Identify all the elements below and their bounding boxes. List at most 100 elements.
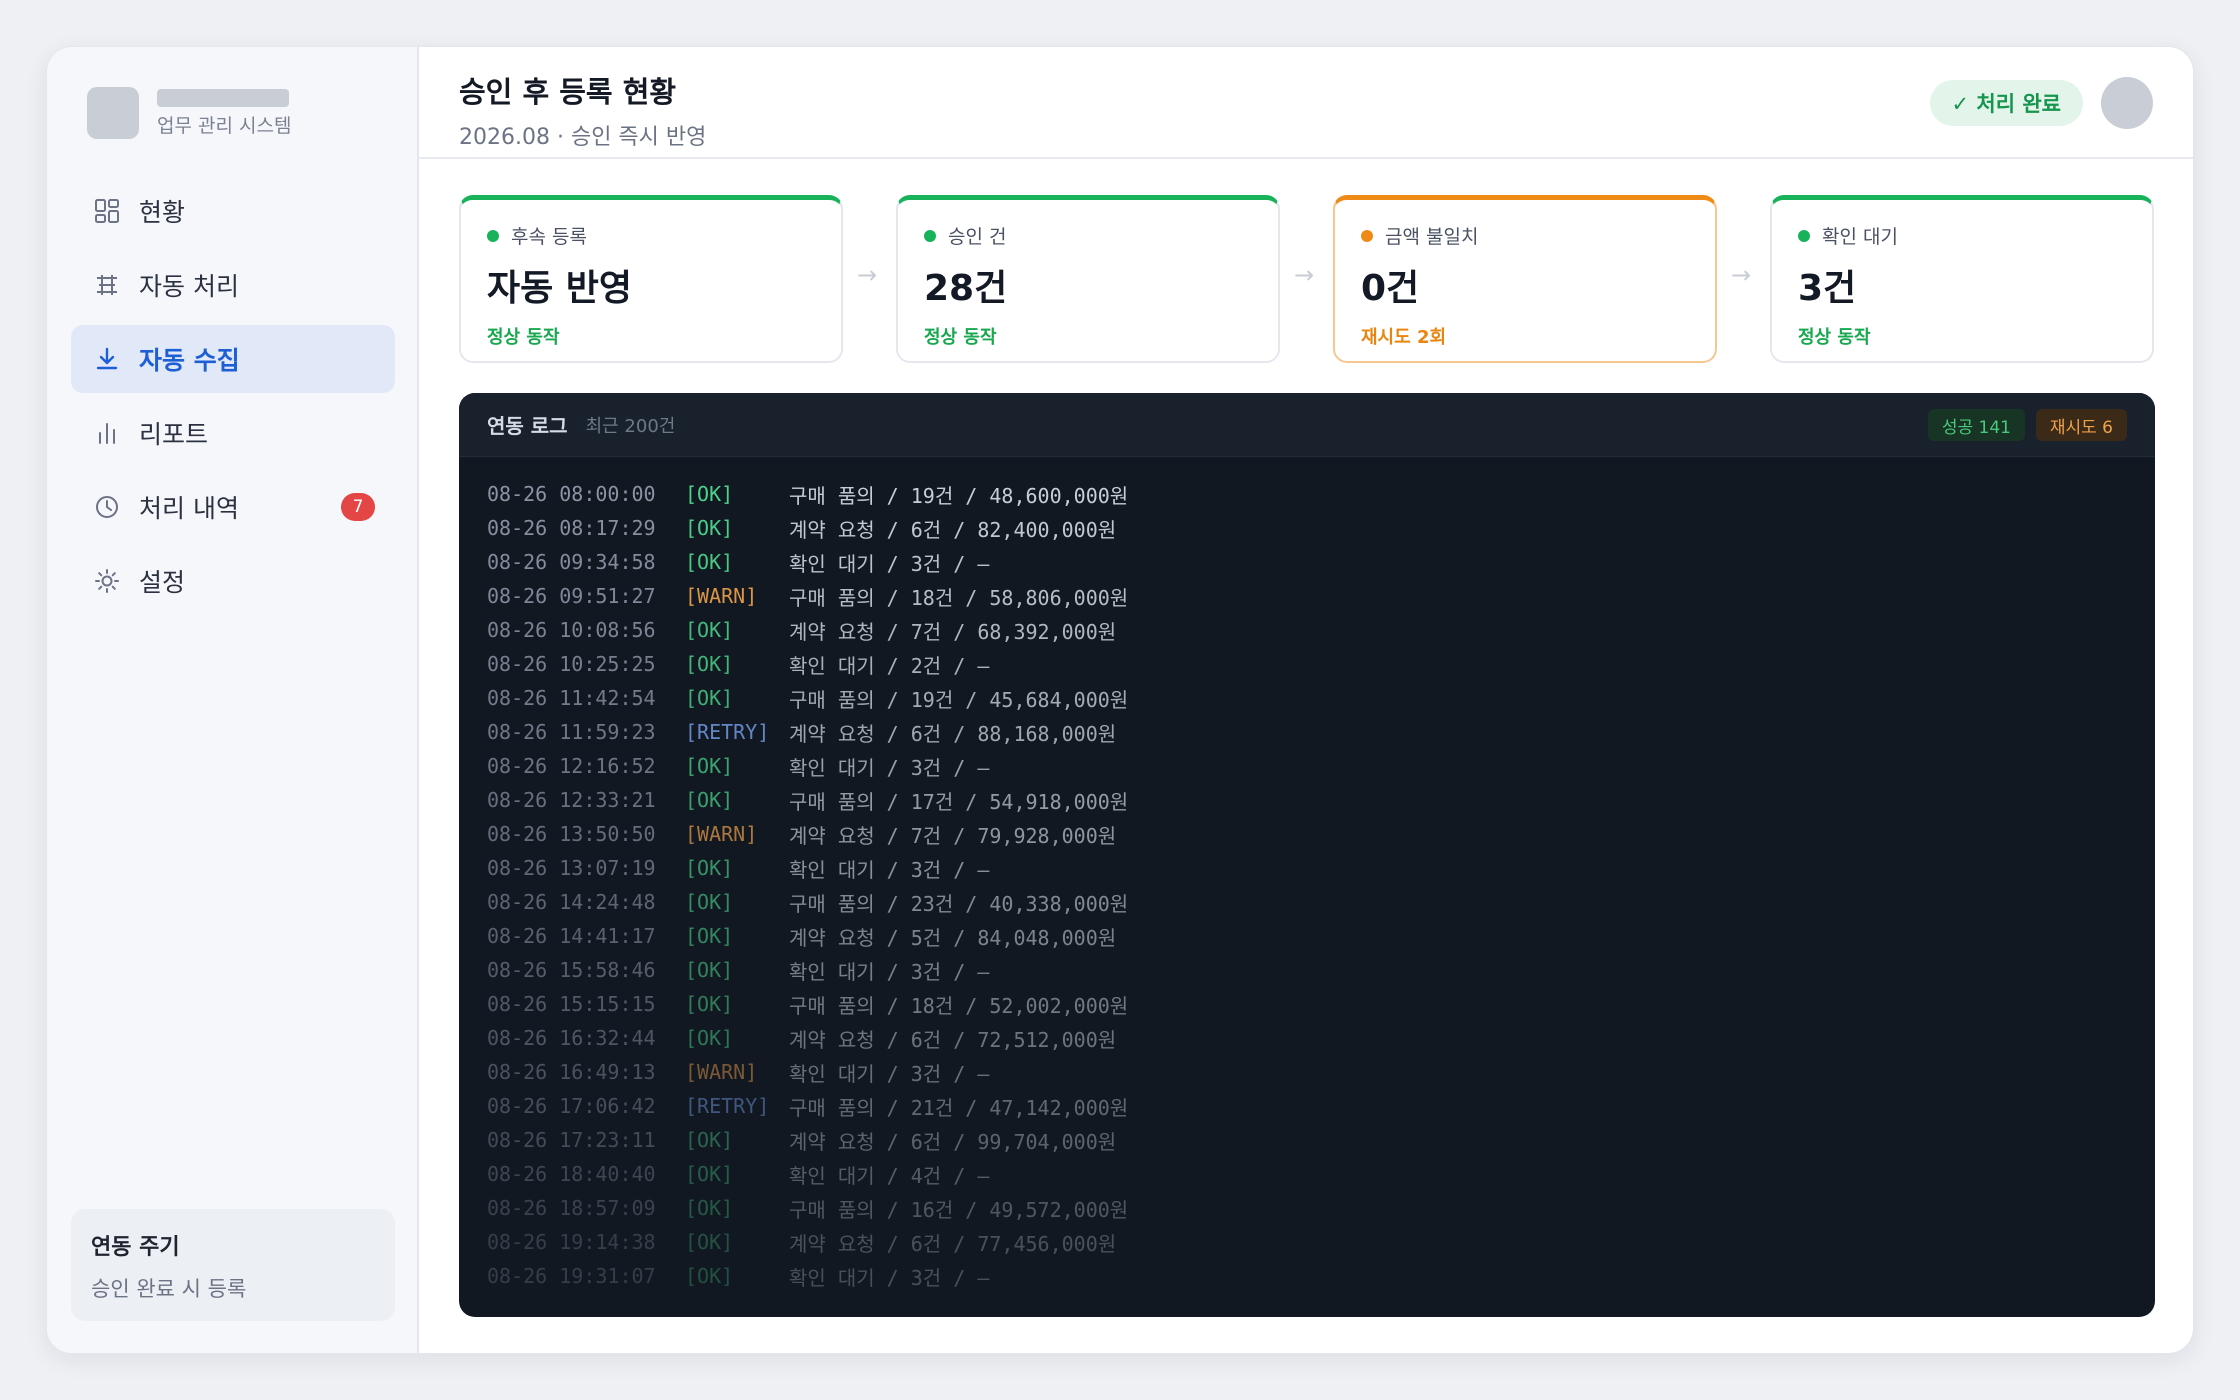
log-line: 08-26 11:59:23 [RETRY] 계약 요청 / 6건 / 88,168… — [487, 715, 2127, 749]
log-line: 08-26 15:58:46 [OK] 확인 대기 / 3건 / — — [487, 953, 2127, 987]
gear-icon — [91, 565, 123, 597]
brand-logo — [87, 87, 139, 139]
log-message: 계약 요청 / 6건 / 99,704,000원 — [789, 1129, 1117, 1154]
flow-arrow-icon: → — [1294, 261, 1315, 289]
sidebar-item-auto-collect[interactable]: 자동 수집 — [71, 325, 395, 393]
log-line: 08-26 10:25:25 [OK] 확인 대기 / 2건 / — — [487, 647, 2127, 681]
brand: 업무 관리 시스템 — [87, 87, 291, 139]
card-label: 승인 건 — [948, 226, 1007, 248]
log-message: 확인 대기 / 3건 / — — [789, 1061, 990, 1086]
log-level: [OK] — [685, 1026, 734, 1050]
log-level: [OK] — [685, 788, 734, 812]
status-dot — [924, 229, 936, 242]
app-window: 업무 관리 시스템 현황 자동 처리 자동 수집 리포트 처리 내역 7 설정 … — [46, 46, 2194, 1354]
download-icon — [91, 343, 123, 375]
log-line: 08-26 17:23:11 [OK] 계약 요청 / 6건 / 99,704,00… — [487, 1123, 2127, 1157]
log-title: 연동 로그 — [487, 414, 568, 438]
log-line: 08-26 16:49:13 [WARN] 확인 대기 / 3건 / — — [487, 1055, 2127, 1089]
log-line: 08-26 09:51:27 [WARN] 구매 품의 / 18건 / 58,806… — [487, 579, 2127, 613]
sync-log-panel: 연동 로그 최근 200건 성공 141 재시도 6 08-26 08:00:0… — [459, 393, 2155, 1317]
log-level: [OK] — [685, 958, 734, 982]
log-line: 08-26 09:34:58 [OK] 확인 대기 / 3건 / — — [487, 545, 2127, 579]
log-timestamp: 08-26 12:33:21 — [487, 788, 656, 812]
log-message: 확인 대기 / 2건 / — — [789, 653, 990, 678]
log-timestamp: 08-26 10:08:56 — [487, 618, 656, 642]
stat-card-approved: 승인 건 28건 정상 동작 — [896, 195, 1280, 363]
log-message: 계약 요청 / 5건 / 84,048,000원 — [789, 925, 1117, 950]
log-timestamp: 08-26 17:23:11 — [487, 1128, 656, 1152]
log-line: 08-26 14:24:48 [OK] 구매 품의 / 23건 / 40,338,0… — [487, 885, 2127, 919]
sidebar-item-label: 설정 — [139, 568, 186, 597]
log-timestamp: 08-26 08:17:29 — [487, 516, 656, 540]
log-level: [OK] — [685, 1196, 734, 1220]
log-level: [OK] — [685, 1162, 734, 1186]
card-value: 0건 — [1361, 268, 1420, 309]
log-timestamp: 08-26 13:07:19 — [487, 856, 656, 880]
sidebar-item-auto-process[interactable]: 자동 처리 — [71, 251, 395, 319]
retry-count-badge: 재시도 6 — [2035, 409, 2127, 441]
log-timestamp: 08-26 09:51:27 — [487, 584, 656, 608]
log-timestamp: 08-26 19:14:38 — [487, 1230, 656, 1254]
log-timestamp: 08-26 16:32:44 — [487, 1026, 656, 1050]
flow-arrow-icon: → — [857, 261, 878, 289]
log-message: 계약 요청 / 7건 / 79,928,000원 — [789, 823, 1117, 848]
page-header: 승인 후 등록 현황 2026.08 · 승인 즉시 반영 ✓ 처리 완료 — [419, 47, 2193, 159]
log-message: 구매 품의 / 18건 / 58,806,000원 — [789, 585, 1129, 610]
card-label: 금액 불일치 — [1385, 226, 1479, 248]
log-level: [OK] — [685, 1264, 734, 1288]
log-line: 08-26 08:00:00 [OK] 구매 품의 / 19건 / 48,600,0… — [487, 477, 2127, 511]
log-message: 계약 요청 / 6건 / 88,168,000원 — [789, 721, 1117, 746]
log-timestamp: 08-26 09:34:58 — [487, 550, 656, 574]
log-message: 구매 품의 / 21건 / 47,142,000원 — [789, 1095, 1129, 1120]
log-line: 08-26 12:33:21 [OK] 구매 품의 / 17건 / 54,918,0… — [487, 783, 2127, 817]
log-timestamp: 08-26 10:25:25 — [487, 652, 656, 676]
log-line: 08-26 19:14:38 [OK] 계약 요청 / 6건 / 77,456,00… — [487, 1225, 2127, 1259]
log-line: 08-26 17:06:42 [RETRY] 구매 품의 / 21건 / 47,14… — [487, 1089, 2127, 1123]
sidebar-item-settings[interactable]: 설정 — [71, 547, 395, 615]
log-timestamp: 08-26 12:16:52 — [487, 754, 656, 778]
card-label: 확인 대기 — [1822, 226, 1898, 248]
log-line: 08-26 13:50:50 [WARN] 계약 요청 / 7건 / 79,928,… — [487, 817, 2127, 851]
log-timestamp: 08-26 11:59:23 — [487, 720, 656, 744]
log-message: 계약 요청 / 7건 / 68,392,000원 — [789, 619, 1117, 644]
stat-card-followup: 후속 등록 자동 반영 정상 동작 — [459, 195, 843, 363]
card-status: 정상 동작 — [487, 327, 560, 348]
log-timestamp: 08-26 14:24:48 — [487, 890, 656, 914]
log-message: 계약 요청 / 6건 / 77,456,000원 — [789, 1231, 1117, 1256]
log-message: 계약 요청 / 6건 / 72,512,000원 — [789, 1027, 1117, 1052]
log-timestamp: 08-26 11:42:54 — [487, 686, 656, 710]
sidebar-item-report[interactable]: 리포트 — [71, 399, 395, 467]
log-timestamp: 08-26 19:31:07 — [487, 1264, 656, 1288]
card-label: 후속 등록 — [511, 226, 587, 248]
table-icon — [91, 269, 123, 301]
log-level: [OK] — [685, 754, 734, 778]
sidebar-item-history[interactable]: 처리 내역 7 — [71, 473, 395, 541]
log-timestamp: 08-26 17:06:42 — [487, 1094, 656, 1118]
flow-arrow-icon: → — [1731, 261, 1752, 289]
log-header: 연동 로그 최근 200건 성공 141 재시도 6 — [459, 393, 2155, 457]
log-level: [OK] — [685, 856, 734, 880]
log-line: 08-26 15:15:15 [OK] 구매 품의 / 18건 / 52,002,0… — [487, 987, 2127, 1021]
log-timestamp: 08-26 08:00:00 — [487, 482, 656, 506]
avatar[interactable] — [2101, 77, 2153, 129]
sidebar-item-label: 자동 처리 — [139, 272, 239, 301]
log-message: 구매 품의 / 18건 / 52,002,000원 — [789, 993, 1129, 1018]
log-level: [OK] — [685, 618, 734, 642]
sidebar-item-dashboard[interactable]: 현황 — [71, 177, 395, 245]
log-line: 08-26 18:57:09 [OK] 구매 품의 / 16건 / 49,572,0… — [487, 1191, 2127, 1225]
log-level: [WARN] — [685, 584, 758, 608]
log-message: 구매 품의 / 16건 / 49,572,000원 — [789, 1197, 1129, 1222]
log-message: 구매 품의 / 17건 / 54,918,000원 — [789, 789, 1129, 814]
log-message: 확인 대기 / 3건 / — — [789, 755, 990, 780]
log-message: 구매 품의 / 19건 / 45,684,000원 — [789, 687, 1129, 712]
log-level: [OK] — [685, 992, 734, 1016]
log-level: [WARN] — [685, 822, 758, 846]
stat-card-amount-mismatch: 금액 불일치 0건 재시도 2회 — [1333, 195, 1717, 363]
brand-subtitle: 업무 관리 시스템 — [157, 114, 292, 137]
log-line: 08-26 10:08:56 [OK] 계약 요청 / 7건 / 68,392,00… — [487, 613, 2127, 647]
log-line: 08-26 14:41:17 [OK] 계약 요청 / 5건 / 84,048,00… — [487, 919, 2127, 953]
log-list[interactable]: 08-26 08:00:00 [OK] 구매 품의 / 19건 / 48,600,0… — [459, 457, 2155, 1313]
log-level: [OK] — [685, 924, 734, 948]
status-dot — [1798, 229, 1810, 242]
status-cards: 후속 등록 자동 반영 정상 동작 → 승인 건 28건 정상 동작 → 금액 … — [459, 195, 2155, 363]
